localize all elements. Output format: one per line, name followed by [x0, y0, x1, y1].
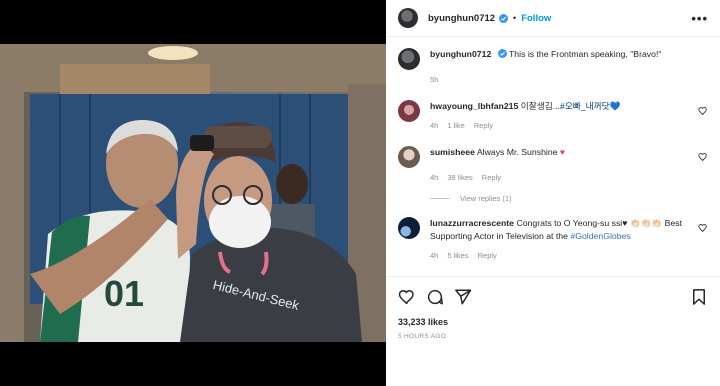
verified-badge-icon [499, 13, 509, 23]
action-icons [398, 287, 708, 307]
comment-likes[interactable]: 38 likes [447, 171, 472, 184]
caption-username[interactable]: byunghun0712 [430, 49, 491, 59]
post-header: byunghun0712 • Follow ••• [386, 0, 720, 37]
heart-emoji: ♥ [559, 147, 566, 157]
comment-icon[interactable] [426, 288, 444, 306]
reply-button[interactable]: Reply [474, 119, 493, 132]
avatar[interactable] [398, 146, 420, 168]
view-replies-button[interactable]: View replies (1) [430, 194, 708, 203]
caption-body: byunghun0712 This is the Frontman speaki… [430, 48, 698, 86]
caption-text: This is the Frontman speaking, "Bravo!" [509, 49, 662, 59]
like-comment-heart-icon[interactable] [698, 152, 708, 162]
avatar[interactable] [398, 217, 420, 239]
view-replies-label: View replies (1) [460, 194, 512, 203]
follow-button[interactable]: Follow [521, 13, 551, 24]
caption-row: byunghun0712 This is the Frontman speaki… [398, 48, 708, 86]
comment-username[interactable]: hwayoung_lbhfan215 [430, 101, 518, 111]
comment-hashtag[interactable]: #오빠_내꺼닷 [560, 101, 610, 111]
comment-body: sumisheee Always Mr. Sunshine ♥ 4h 38 li… [430, 146, 698, 184]
like-comment-heart-icon[interactable] [698, 106, 708, 116]
verified-badge-icon [497, 49, 507, 58]
replies-line [430, 198, 450, 199]
comment-row: lunazzurracrescente Congrats to O Yeong-… [398, 217, 708, 262]
separator-dot: • [513, 13, 517, 23]
share-icon[interactable] [454, 288, 472, 306]
instagram-post-modal: 01 Hide-And-Seek byunghun0712 • Follow •… [0, 0, 720, 386]
comment-text: 이잘생김... [520, 101, 560, 111]
heart-icon[interactable] [398, 288, 416, 306]
post-actions: 33,233 likes 5 HOURS AGO [386, 276, 720, 340]
comment-username[interactable]: sumisheee [430, 147, 475, 157]
post-photo[interactable]: 01 Hide-And-Seek [0, 44, 386, 342]
comment-likes[interactable]: 5 likes [447, 249, 468, 262]
comment-time: 4h [430, 173, 439, 182]
caption-time: 5h [430, 75, 439, 84]
comments-list: byunghun0712 This is the Frontman speaki… [386, 38, 720, 274]
comment-likes[interactable]: 1 like [447, 119, 465, 132]
comment-row: hwayoung_lbhfan215 이잘생김...#오빠_내꺼닷💙 4h 1 … [398, 100, 708, 132]
comment-row: sumisheee Always Mr. Sunshine ♥ 4h 38 li… [398, 146, 708, 184]
bookmark-icon[interactable] [690, 288, 708, 306]
comment-time: 4h [430, 121, 439, 130]
post-panel: byunghun0712 • Follow ••• byunghun0712 T… [386, 0, 720, 386]
more-options-button[interactable]: ••• [691, 11, 708, 26]
photo-scene: 01 Hide-And-Seek [0, 44, 386, 342]
reply-button[interactable]: Reply [478, 249, 497, 262]
post-timestamp: 5 HOURS AGO [398, 333, 447, 340]
reply-button[interactable]: Reply [482, 171, 501, 184]
comment-body: lunazzurracrescente Congrats to O Yeong-… [430, 217, 698, 262]
comment-username[interactable]: lunazzurracrescente [430, 218, 514, 228]
post-username[interactable]: byunghun0712 [428, 13, 495, 24]
comment-emoji: 💙 [609, 101, 621, 111]
like-comment-heart-icon[interactable] [698, 223, 708, 233]
comment-hashtag[interactable]: #GoldenGlobes [570, 231, 630, 241]
avatar[interactable] [398, 8, 418, 28]
post-media: 01 Hide-And-Seek [0, 0, 386, 386]
comment-time: 4h [430, 251, 439, 260]
jersey-number: 01 [104, 273, 144, 314]
likes-count[interactable]: 33,233 likes [398, 317, 708, 327]
avatar[interactable] [398, 48, 420, 70]
avatar[interactable] [398, 100, 420, 122]
comment-body: hwayoung_lbhfan215 이잘생김...#오빠_내꺼닷💙 4h 1 … [430, 100, 698, 132]
comment-text: Always Mr. Sunshine [476, 147, 560, 157]
